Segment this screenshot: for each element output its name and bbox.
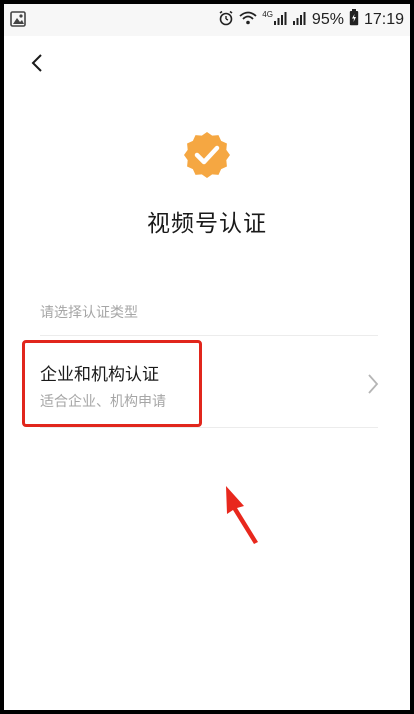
battery-icon [349,9,359,31]
screen: 4G 95% 17:19 视频号认证 请选择认证类型 企业和机构认证 适合企业、… [4,4,410,710]
chevron-right-icon [368,374,379,394]
wifi-icon [239,11,257,30]
page-title: 视频号认证 [147,211,267,237]
alarm-icon [218,10,234,31]
image-icon [10,11,26,31]
divider [40,427,378,428]
divider [40,335,378,336]
verified-badge-icon [184,132,230,178]
section-label: 请选择认证类型 [40,305,138,321]
enterprise-certification-option[interactable]: 企业和机构认证 适合企业、机构申请 [24,340,380,430]
arrow-annotation [226,486,258,544]
back-icon [31,54,42,72]
signal-icon-secondary [292,11,307,30]
back-button[interactable] [22,48,52,78]
signal-icon [273,11,288,30]
option-title: 企业和机构认证 [40,365,159,385]
option-subtitle: 适合企业、机构申请 [40,394,166,410]
network-type-label: 4G [262,10,273,19]
clock-time: 17:19 [363,11,404,28]
status-bar: 4G 95% 17:19 [4,4,410,36]
battery-percent: 95% [311,11,344,28]
